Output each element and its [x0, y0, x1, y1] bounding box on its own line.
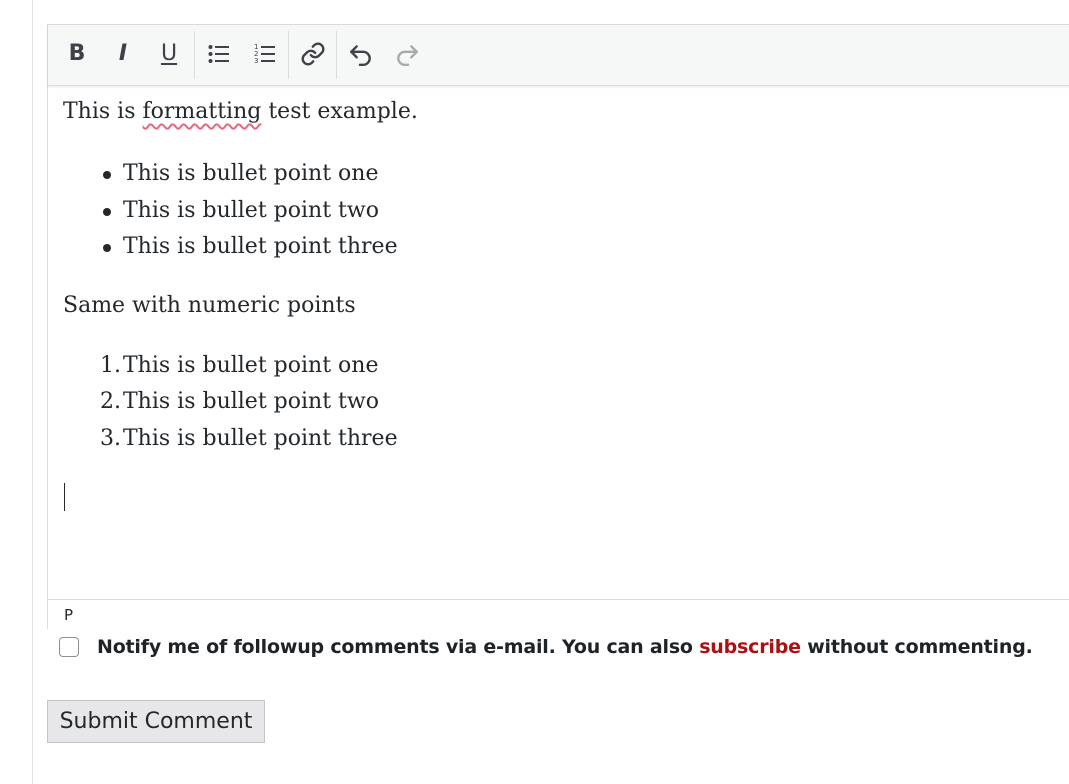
numbered-list-button[interactable]: 1 2 3: [248, 37, 282, 71]
list-item: This is bullet point three: [63, 229, 1061, 266]
list-number: 1.: [100, 352, 121, 378]
list-item: This is bullet point two: [63, 193, 1061, 230]
bullet-list-icon: [208, 45, 229, 63]
italic-icon: I: [118, 41, 128, 66]
undo-button[interactable]: [344, 37, 378, 71]
list-item: 1. This is bullet point one: [63, 348, 1061, 385]
bullet-list-button[interactable]: [202, 37, 236, 71]
rich-text-editor: B I U 1 2 3 This is formatting test exam…: [47, 24, 1069, 630]
underline-icon: U: [160, 41, 178, 66]
notify-option: Notify me of followup comments via e-mai…: [59, 634, 1033, 660]
left-divider: [32, 0, 33, 784]
bullet-list: This is bullet point one This is bullet …: [63, 156, 1061, 266]
link-icon: [301, 42, 325, 66]
undo-icon: [350, 45, 371, 67]
paragraph: This is formatting test example.: [63, 99, 418, 124]
comment-form-page: B I U 1 2 3 This is formatting test exam…: [0, 0, 1069, 784]
italic-button[interactable]: I: [106, 37, 140, 71]
bold-icon: B: [68, 41, 86, 66]
submit-comment-button[interactable]: Submit Comment: [47, 700, 265, 743]
redo-icon: [397, 45, 418, 67]
list-item: 3. This is bullet point three: [63, 421, 1061, 458]
svg-text:3: 3: [254, 57, 258, 65]
list-number: 2.: [100, 389, 121, 414]
numbered-list: 1. This is bullet point one 2. This is bul…: [63, 348, 1061, 458]
list-item: This is bullet point one: [63, 156, 1061, 193]
editor-content[interactable]: This is formatting test example. This is…: [63, 95, 1061, 457]
text-caret: [64, 483, 65, 511]
notify-label: Notify me of followup comments via e-mai…: [97, 636, 1033, 658]
notify-checkbox[interactable]: [59, 637, 79, 657]
editor-toolbar: B I U 1 2 3: [48, 25, 1069, 86]
bold-button[interactable]: B: [60, 37, 94, 71]
subscribe-link[interactable]: subscribe: [699, 636, 801, 658]
link-button[interactable]: [296, 37, 330, 71]
numbered-list-icon: 1 2 3: [254, 43, 275, 65]
element-path[interactable]: P: [64, 606, 73, 624]
toolbar-separator: [336, 31, 337, 79]
list-number: 3.: [100, 425, 121, 451]
editor-statusbar: P: [48, 599, 1069, 630]
misspelled-word: formatting: [142, 99, 262, 124]
toolbar-separator: [288, 31, 289, 79]
toolbar-separator: [194, 31, 195, 79]
underline-button[interactable]: U: [152, 37, 186, 71]
redo-button[interactable]: [390, 37, 424, 71]
list-item: 2. This is bullet point two: [63, 384, 1061, 421]
paragraph: Same with numeric points: [63, 292, 356, 318]
